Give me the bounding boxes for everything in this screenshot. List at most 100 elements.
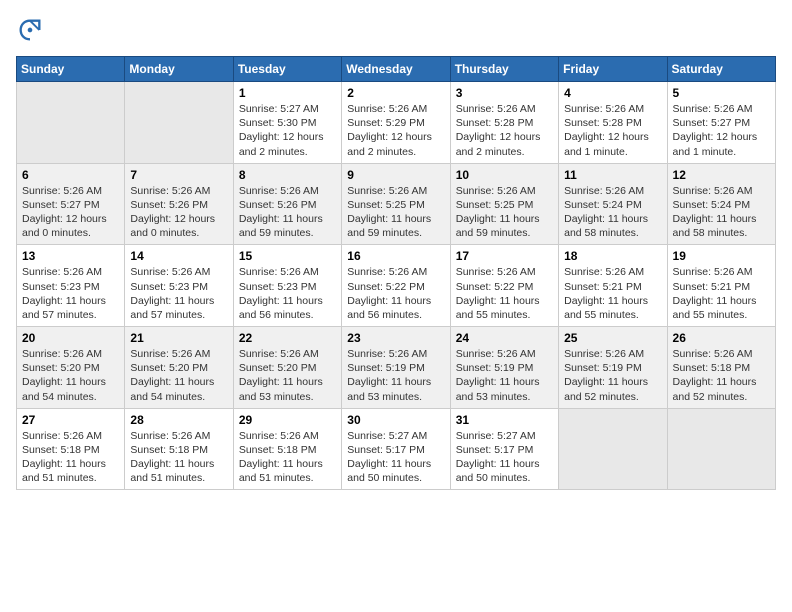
calendar-cell: 17 Sunrise: 5:26 AMSunset: 5:22 PMDayligh… — [450, 245, 558, 327]
day-detail: Sunrise: 5:26 AMSunset: 5:23 PMDaylight:… — [130, 265, 227, 322]
calendar-cell: 27Sunrise: 5:26 AMSunset: 5:18 PMDayligh… — [17, 408, 125, 490]
day-number: 2 — [347, 86, 444, 100]
day-number: 30 — [347, 413, 444, 427]
day-detail: Sunrise: 5:26 AMSunset: 5:21 PMDaylight:… — [673, 265, 770, 322]
day-detail: Sunrise: 5:26 AMSunset: 5:27 PMDaylight:… — [673, 102, 770, 159]
calendar-cell: 26 Sunrise: 5:26 AMSunset: 5:18 PMDayligh… — [667, 327, 775, 409]
calendar-table: SundayMondayTuesdayWednesdayThursdayFrid… — [16, 56, 776, 490]
day-detail: Sunrise: 5:26 AMSunset: 5:18 PMDaylight:… — [22, 429, 119, 486]
calendar-cell: 21Sunrise: 5:26 AMSunset: 5:20 PMDayligh… — [125, 327, 233, 409]
logo-icon — [16, 16, 44, 44]
calendar-cell: 31 Sunrise: 5:27 AMSunset: 5:17 PMDayligh… — [450, 408, 558, 490]
day-detail: Sunrise: 5:26 AMSunset: 5:29 PMDaylight:… — [347, 102, 444, 159]
column-header-friday: Friday — [559, 57, 667, 82]
calendar-cell: 16 Sunrise: 5:26 AMSunset: 5:22 PMDayligh… — [342, 245, 450, 327]
calendar-cell: 18 Sunrise: 5:26 AMSunset: 5:21 PMDayligh… — [559, 245, 667, 327]
calendar-cell: 14 Sunrise: 5:26 AMSunset: 5:23 PMDayligh… — [125, 245, 233, 327]
calendar-week-row: 6 Sunrise: 5:26 AMSunset: 5:27 PMDaylight… — [17, 163, 776, 245]
day-number: 9 — [347, 168, 444, 182]
day-number: 8 — [239, 168, 336, 182]
calendar-cell: 28Sunrise: 5:26 AMSunset: 5:18 PMDayligh… — [125, 408, 233, 490]
day-number: 18 — [564, 249, 661, 263]
day-detail: Sunrise: 5:26 AMSunset: 5:18 PMDaylight:… — [239, 429, 336, 486]
day-number: 19 — [673, 249, 770, 263]
day-detail: Sunrise: 5:26 AMSunset: 5:24 PMDaylight:… — [673, 184, 770, 241]
day-detail: Sunrise: 5:26 AMSunset: 5:19 PMDaylight:… — [564, 347, 661, 404]
day-detail: Sunrise: 5:26 AMSunset: 5:24 PMDaylight:… — [564, 184, 661, 241]
day-detail: Sunrise: 5:27 AMSunset: 5:17 PMDaylight:… — [456, 429, 553, 486]
column-header-sunday: Sunday — [17, 57, 125, 82]
calendar-cell: 20Sunrise: 5:26 AMSunset: 5:20 PMDayligh… — [17, 327, 125, 409]
calendar-cell: 22 Sunrise: 5:26 AMSunset: 5:20 PMDayligh… — [233, 327, 341, 409]
day-detail: Sunrise: 5:26 AMSunset: 5:19 PMDaylight:… — [456, 347, 553, 404]
day-detail: Sunrise: 5:27 AMSunset: 5:17 PMDaylight:… — [347, 429, 444, 486]
calendar-cell: 5 Sunrise: 5:26 AMSunset: 5:27 PMDaylight… — [667, 82, 775, 164]
day-number: 7 — [130, 168, 227, 182]
day-number: 26 — [673, 331, 770, 345]
day-number: 20 — [22, 331, 119, 345]
day-detail: Sunrise: 5:26 AMSunset: 5:25 PMDaylight:… — [347, 184, 444, 241]
day-detail: Sunrise: 5:26 AMSunset: 5:21 PMDaylight:… — [564, 265, 661, 322]
calendar-cell: 1Sunrise: 5:27 AMSunset: 5:30 PMDaylight… — [233, 82, 341, 164]
calendar-cell: 30 Sunrise: 5:27 AMSunset: 5:17 PMDayligh… — [342, 408, 450, 490]
day-number: 16 — [347, 249, 444, 263]
day-number: 17 — [456, 249, 553, 263]
day-detail: Sunrise: 5:26 AMSunset: 5:22 PMDaylight:… — [347, 265, 444, 322]
calendar-cell: 15 Sunrise: 5:26 AMSunset: 5:23 PMDayligh… — [233, 245, 341, 327]
calendar-header-row: SundayMondayTuesdayWednesdayThursdayFrid… — [17, 57, 776, 82]
day-number: 14 — [130, 249, 227, 263]
day-detail: Sunrise: 5:26 AMSunset: 5:28 PMDaylight:… — [456, 102, 553, 159]
calendar-cell: 19 Sunrise: 5:26 AMSunset: 5:21 PMDayligh… — [667, 245, 775, 327]
calendar-cell: 7 Sunrise: 5:26 AMSunset: 5:26 PMDaylight… — [125, 163, 233, 245]
calendar-cell: 11 Sunrise: 5:26 AMSunset: 5:24 PMDayligh… — [559, 163, 667, 245]
day-detail: Sunrise: 5:26 AMSunset: 5:25 PMDaylight:… — [456, 184, 553, 241]
calendar-cell — [667, 408, 775, 490]
day-detail: Sunrise: 5:26 AMSunset: 5:19 PMDaylight:… — [347, 347, 444, 404]
column-header-saturday: Saturday — [667, 57, 775, 82]
calendar-cell: 10 Sunrise: 5:26 AMSunset: 5:25 PMDayligh… — [450, 163, 558, 245]
day-number: 22 — [239, 331, 336, 345]
calendar-cell: 13 Sunrise: 5:26 AMSunset: 5:23 PMDayligh… — [17, 245, 125, 327]
calendar-cell — [559, 408, 667, 490]
column-header-thursday: Thursday — [450, 57, 558, 82]
calendar-cell: 9 Sunrise: 5:26 AMSunset: 5:25 PMDaylight… — [342, 163, 450, 245]
day-number: 15 — [239, 249, 336, 263]
calendar-cell: 29Sunrise: 5:26 AMSunset: 5:18 PMDayligh… — [233, 408, 341, 490]
calendar-cell: 25Sunrise: 5:26 AMSunset: 5:19 PMDayligh… — [559, 327, 667, 409]
day-detail: Sunrise: 5:26 AMSunset: 5:26 PMDaylight:… — [130, 184, 227, 241]
day-number: 10 — [456, 168, 553, 182]
day-detail: Sunrise: 5:26 AMSunset: 5:23 PMDaylight:… — [22, 265, 119, 322]
day-detail: Sunrise: 5:26 AMSunset: 5:27 PMDaylight:… — [22, 184, 119, 241]
calendar-cell: 2 Sunrise: 5:26 AMSunset: 5:29 PMDaylight… — [342, 82, 450, 164]
calendar-week-row: 27Sunrise: 5:26 AMSunset: 5:18 PMDayligh… — [17, 408, 776, 490]
day-number: 6 — [22, 168, 119, 182]
calendar-cell — [125, 82, 233, 164]
calendar-cell: 24 Sunrise: 5:26 AMSunset: 5:19 PMDayligh… — [450, 327, 558, 409]
day-detail: Sunrise: 5:26 AMSunset: 5:26 PMDaylight:… — [239, 184, 336, 241]
day-detail: Sunrise: 5:26 AMSunset: 5:20 PMDaylight:… — [130, 347, 227, 404]
page-header — [16, 16, 776, 44]
calendar-cell: 8 Sunrise: 5:26 AMSunset: 5:26 PMDaylight… — [233, 163, 341, 245]
calendar-cell: 12 Sunrise: 5:26 AMSunset: 5:24 PMDayligh… — [667, 163, 775, 245]
day-number: 11 — [564, 168, 661, 182]
day-number: 1 — [239, 86, 336, 100]
day-number: 23 — [347, 331, 444, 345]
day-detail: Sunrise: 5:26 AMSunset: 5:23 PMDaylight:… — [239, 265, 336, 322]
calendar-week-row: 13 Sunrise: 5:26 AMSunset: 5:23 PMDayligh… — [17, 245, 776, 327]
column-header-tuesday: Tuesday — [233, 57, 341, 82]
calendar-cell: 6 Sunrise: 5:26 AMSunset: 5:27 PMDaylight… — [17, 163, 125, 245]
column-header-monday: Monday — [125, 57, 233, 82]
day-detail: Sunrise: 5:26 AMSunset: 5:20 PMDaylight:… — [239, 347, 336, 404]
calendar-cell: 3Sunrise: 5:26 AMSunset: 5:28 PMDaylight… — [450, 82, 558, 164]
day-number: 31 — [456, 413, 553, 427]
column-header-wednesday: Wednesday — [342, 57, 450, 82]
day-number: 12 — [673, 168, 770, 182]
calendar-cell: 23 Sunrise: 5:26 AMSunset: 5:19 PMDayligh… — [342, 327, 450, 409]
day-number: 24 — [456, 331, 553, 345]
day-number: 28 — [130, 413, 227, 427]
calendar-cell: 4Sunrise: 5:26 AMSunset: 5:28 PMDaylight… — [559, 82, 667, 164]
day-number: 13 — [22, 249, 119, 263]
day-detail: Sunrise: 5:26 AMSunset: 5:18 PMDaylight:… — [673, 347, 770, 404]
day-detail: Sunrise: 5:26 AMSunset: 5:22 PMDaylight:… — [456, 265, 553, 322]
day-number: 5 — [673, 86, 770, 100]
